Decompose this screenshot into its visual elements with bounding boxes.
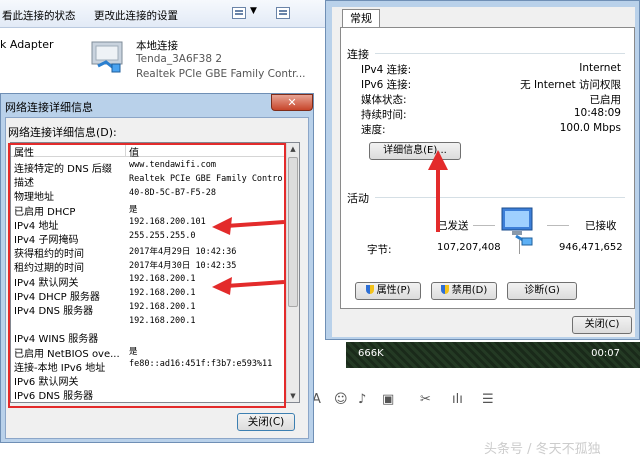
video-size-label: 666K <box>358 348 384 359</box>
general-tab-panel: 连接 IPv4 连接: Internet IPv6 连接: 无 Internet 访… <box>340 27 635 309</box>
view-status-link[interactable]: 看此连接的状态 <box>2 8 76 23</box>
network-activity-icon <box>501 207 533 246</box>
adapter-network-name: Tenda_3A6F38 2 <box>136 53 223 65</box>
activity-section-title: 活动 <box>347 192 369 205</box>
scroll-thumb[interactable] <box>288 157 298 307</box>
status-row: IPv4 连接: Internet <box>361 62 621 76</box>
section-divider <box>375 197 625 198</box>
editor-toolbar: A ☺ ♪ ▣ ✂ ılı ☰ <box>312 392 512 412</box>
dialog-title: 网络连接详细信息 <box>5 101 93 114</box>
scroll-up-icon[interactable]: ▲ <box>287 143 299 155</box>
status-row: IPv6 连接: 无 Internet 访问权限 <box>361 79 621 91</box>
adapter-name[interactable]: 本地连接 <box>136 38 178 53</box>
list-icon[interactable]: ☰ <box>482 392 494 407</box>
status-row: 持续时间: 10:48:09 <box>361 107 621 121</box>
annotation-arrow <box>428 150 448 232</box>
status-row: 媒体状态: 已启用 <box>361 94 621 106</box>
annotation-arrow <box>212 277 285 295</box>
bytes-label: 字节: <box>367 244 392 256</box>
microphone-icon[interactable]: ♪ <box>358 392 366 407</box>
sent-line <box>473 225 495 226</box>
chevron-down-icon[interactable]: ▼ <box>250 6 257 16</box>
bytes-divider <box>519 240 520 254</box>
bytes-sent-value: 107,207,408 <box>437 242 501 253</box>
adapter-device-name: Realtek PCIe GBE Family Contr... <box>136 68 306 80</box>
bytes-received-value: 946,471,652 <box>559 242 623 253</box>
video-strip: 666K 00:07 <box>346 342 640 368</box>
emoji-icon[interactable]: ☺ <box>334 392 348 407</box>
vertical-scrollbar[interactable]: ▲ ▼ <box>286 143 299 402</box>
change-settings-link[interactable]: 更改此连接的设置 <box>94 8 178 23</box>
disable-button[interactable]: 禁用(D) <box>431 282 497 300</box>
received-label: 已接收 <box>585 220 617 232</box>
view-options-icon[interactable] <box>232 7 246 19</box>
uac-shield-icon <box>440 285 449 294</box>
details-close-button[interactable]: 关闭(C) <box>237 413 295 431</box>
video-duration-label: 00:07 <box>591 348 620 359</box>
status-close-button[interactable]: 关闭(C) <box>572 316 632 334</box>
close-icon[interactable]: ✕ <box>271 94 313 111</box>
status-row: 速度: 100.0 Mbps <box>361 122 621 136</box>
tab-general[interactable]: 常规 <box>342 9 380 27</box>
preview-pane-icon[interactable] <box>276 7 290 19</box>
adapter-left-label: k Adapter <box>0 38 54 51</box>
section-divider <box>375 53 625 54</box>
watermark: 头条号 / 冬天不孤独 <box>484 442 601 457</box>
image-icon[interactable]: ▣ <box>382 392 394 407</box>
scroll-down-icon[interactable]: ▼ <box>287 390 299 402</box>
scissors-icon[interactable]: ✂ <box>420 392 431 407</box>
chart-icon[interactable]: ılı <box>452 392 463 407</box>
diagnose-button[interactable]: 诊断(G) <box>507 282 577 300</box>
connection-section-title: 连接 <box>347 48 369 61</box>
annotation-arrow <box>212 217 285 235</box>
received-line <box>547 225 569 226</box>
properties-button[interactable]: 属性(P) <box>355 282 421 300</box>
details-caption: 网络连接详细信息(D): <box>8 126 117 139</box>
uac-shield-icon <box>365 285 374 294</box>
network-adapter-icon[interactable] <box>90 38 126 74</box>
explorer-toolbar: 看此连接的状态 更改此连接的设置 ▼ <box>0 0 330 28</box>
connection-status-dialog: 常规 连接 IPv4 连接: Internet IPv6 连接: 无 Interne… <box>325 0 640 340</box>
